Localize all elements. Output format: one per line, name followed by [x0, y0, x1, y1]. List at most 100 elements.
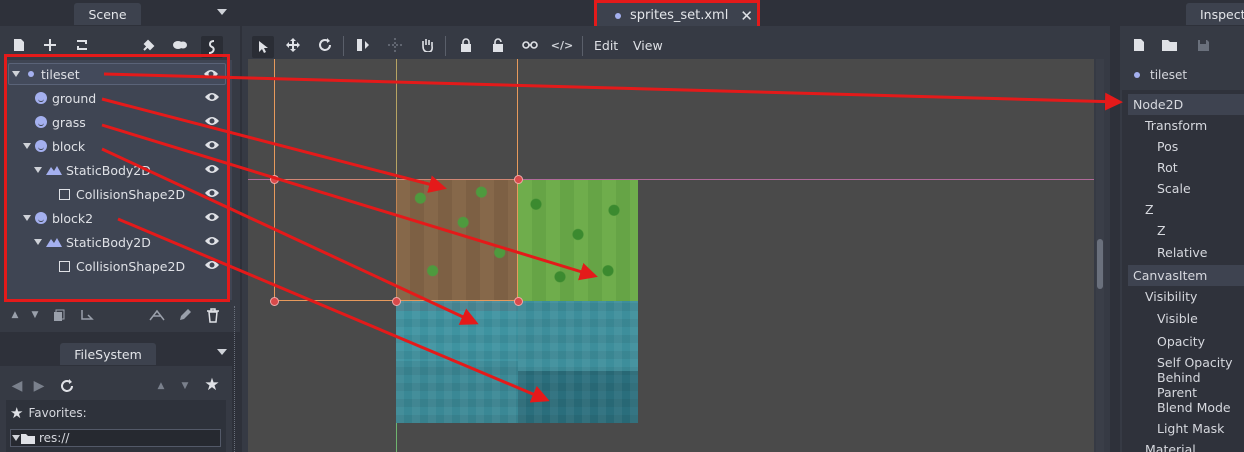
tab-filesystem[interactable]: FileSystem [60, 343, 156, 365]
lock-icon[interactable] [457, 36, 475, 54]
move-down-icon[interactable]: ▼ [176, 377, 194, 395]
pan-tool-icon[interactable] [418, 36, 436, 54]
forward-icon[interactable]: ▶ [30, 377, 48, 395]
row-label: Behind Parent [1157, 369, 1201, 400]
canvas-editor-panel: </> Edit View [242, 26, 1110, 452]
tab-inspector[interactable]: Inspect [1186, 3, 1244, 25]
handle-bottom-right[interactable] [514, 297, 523, 306]
tile-block2[interactable] [518, 301, 638, 423]
prop-light-mask[interactable]: Light Mask [1128, 418, 1244, 439]
tile-grass[interactable] [518, 180, 638, 301]
groups-icon[interactable] [171, 36, 189, 54]
close-icon[interactable]: ✕ [740, 7, 753, 25]
favorites-row[interactable]: ★ Favorites: [10, 404, 87, 422]
row-label: Material [1145, 442, 1196, 452]
tab-scene-label: Scene [88, 6, 127, 22]
annotation-box-tree [4, 54, 230, 302]
select-tool-icon[interactable] [252, 36, 274, 58]
file-tab-label: sprites_set.xml [630, 8, 729, 23]
prop-visible[interactable]: Visible [1128, 308, 1244, 329]
tab-scene[interactable]: Scene [74, 3, 141, 25]
group-visibility[interactable]: Visibility [1128, 286, 1244, 307]
row-label: Light Mask [1157, 421, 1225, 436]
new-scene-icon[interactable] [10, 36, 28, 54]
new-resource-icon[interactable] [1130, 36, 1148, 54]
filesystem-panel: ◀ ▶ ▲ ▼ ★ ★ Favorites: res:// [0, 366, 232, 452]
row-label: Self Opacity [1157, 355, 1233, 370]
node2d-icon [615, 12, 621, 19]
instance-scene-icon[interactable] [73, 36, 91, 54]
skeleton-icon[interactable]: </> [551, 36, 573, 54]
favorite-star-icon[interactable]: ★ [203, 375, 221, 395]
move-up-icon[interactable]: ▲ [152, 377, 170, 395]
handle-bottom-mid[interactable] [392, 297, 401, 306]
reparent-icon[interactable] [78, 306, 96, 324]
row-label: Pos [1157, 139, 1179, 154]
selection-rect-divider [396, 59, 397, 301]
duplicate-icon[interactable] [50, 306, 68, 324]
group-material[interactable]: Material [1128, 439, 1244, 452]
godot-editor-window: Scene tileset ground grass block StaticB… [0, 0, 1244, 452]
rotate-tool-icon[interactable] [316, 36, 334, 54]
refresh-icon[interactable] [58, 377, 76, 395]
delete-icon[interactable] [204, 306, 222, 324]
menu-edit-label: Edit [594, 38, 619, 53]
move-tool-icon[interactable] [284, 36, 302, 54]
category-node2d[interactable]: Node2D [1128, 94, 1244, 115]
merge-scene-icon[interactable] [148, 306, 166, 324]
handle-top-right[interactable] [514, 175, 523, 184]
scene-dock-panel: tileset ground grass block StaticBody2D [0, 26, 240, 332]
edit-icon[interactable] [176, 306, 194, 324]
menu-view[interactable]: View [633, 38, 663, 53]
prop-rot[interactable]: Rot [1128, 157, 1244, 178]
row-label: Scale [1157, 181, 1191, 196]
prop-scale[interactable]: Scale [1128, 178, 1244, 199]
prop-z[interactable]: Z [1128, 220, 1244, 241]
favorites-label: Favorites: [28, 406, 87, 420]
back-icon[interactable]: ◀ [8, 377, 26, 395]
move-up-icon[interactable]: ▲ [6, 306, 24, 324]
folder-icon [21, 433, 35, 444]
unlock-icon[interactable] [489, 36, 507, 54]
group-transform[interactable]: Transform [1128, 115, 1244, 136]
row-label: CanvasItem [1133, 268, 1208, 283]
row-label: Transform [1145, 118, 1208, 133]
res-root-label: res:// [39, 431, 70, 445]
handle-bottom-left[interactable] [270, 297, 279, 306]
list-select-icon[interactable] [354, 36, 372, 54]
pivot-icon[interactable] [386, 36, 404, 54]
row-label: Z [1145, 202, 1154, 217]
category-canvasitem[interactable]: CanvasItem [1128, 265, 1244, 286]
toolbar-divider [445, 36, 446, 56]
tile-block[interactable] [396, 301, 518, 423]
move-down-icon[interactable]: ▼ [26, 306, 44, 324]
filesystem-dock-menu-icon[interactable] [217, 349, 227, 355]
dock-splitter[interactable] [234, 306, 238, 452]
open-folder-icon[interactable] [1161, 36, 1179, 54]
prop-relative[interactable]: Relative [1128, 242, 1244, 263]
handle-left[interactable] [270, 175, 279, 184]
add-node-icon[interactable] [41, 36, 59, 54]
scene-dock-menu-icon[interactable] [217, 9, 227, 15]
connect-icon[interactable] [140, 36, 158, 54]
prop-behind-parent[interactable]: Behind Parent [1128, 370, 1244, 400]
menu-edit[interactable]: Edit [594, 38, 618, 53]
row-label: Blend Mode [1157, 400, 1231, 415]
row-label: Rot [1157, 160, 1178, 175]
row-label: Node2D [1133, 97, 1184, 112]
canvas-viewport[interactable] [248, 59, 1094, 452]
res-root-row[interactable]: res:// [10, 429, 221, 447]
toolbar-divider [343, 36, 344, 56]
collapse-arrow-icon[interactable] [12, 435, 20, 441]
save-icon[interactable] [1194, 36, 1212, 54]
scrollbar-thumb[interactable] [1097, 239, 1103, 289]
vertical-scrollbar[interactable] [1096, 59, 1104, 452]
prop-pos[interactable]: Pos [1128, 136, 1244, 157]
row-label: Visibility [1145, 289, 1198, 304]
prop-blend-mode[interactable]: Blend Mode [1128, 397, 1244, 418]
prop-opacity[interactable]: Opacity [1128, 331, 1244, 352]
selection-rect-divider [274, 179, 518, 180]
node2d-icon [1134, 72, 1140, 78]
group-icon[interactable] [521, 36, 539, 54]
group-z[interactable]: Z [1128, 199, 1244, 220]
